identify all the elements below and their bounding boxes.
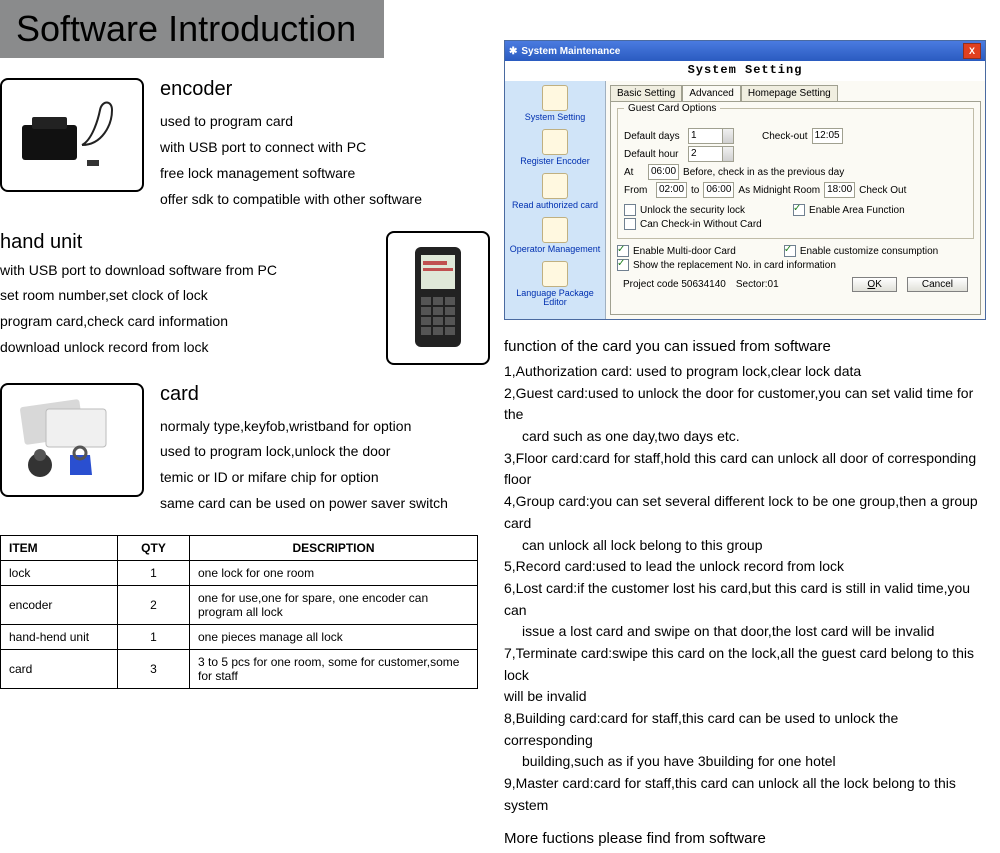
card-heading: card [160,383,448,406]
fn-line: 8,Building card:card for staff,this card… [504,708,984,751]
fn-line: can unlock all lock belong to this group [504,535,984,557]
project-code-label: Project code 50634140 [623,279,726,290]
cb-show-replacement[interactable] [617,259,629,271]
sidebar-item-read-card[interactable]: Read authorized card [507,173,603,211]
more-functions-heading: More fuctions please find from software [504,830,984,847]
cancel-button[interactable]: Cancel [907,277,968,292]
from-input[interactable]: 02:00 [656,182,687,198]
qty-table: ITEM QTY DESCRIPTION lock1one lock for o… [0,535,478,689]
cb-enable-area[interactable] [793,204,805,216]
card-line: used to program lock,unlock the door [160,439,448,465]
tab-homepage-setting[interactable]: Homepage Setting [741,85,838,101]
hand-unit-icon [403,243,473,353]
table-row: encoder2one for use,one for spare, one e… [1,586,478,625]
hand-unit-line: with USB port to download software from … [0,258,356,284]
card-line: temic or ID or mifare chip for option [160,465,448,491]
checkout-label: Check-out [762,131,808,142]
to-input[interactable]: 06:00 [703,182,734,198]
at-label: At [624,167,644,178]
sector-label: Sector:01 [736,279,779,290]
midnight-input[interactable]: 18:00 [824,182,855,198]
fieldset-guest-card: Guest Card Options [624,103,720,114]
cb-unlock-security[interactable] [624,204,636,216]
dialog-sidebar: System Setting Register Encoder Read aut… [505,81,606,319]
cb-customize-consumption[interactable] [784,245,796,257]
encoder-line: free lock management software [160,161,422,187]
to-label: to [691,185,699,196]
sidebar-item-operator-mgmt[interactable]: Operator Management [507,217,603,255]
checkout2-label: Check Out [859,185,906,196]
fn-line: will be invalid [504,686,984,708]
th-qty: QTY [118,536,190,561]
fn-line: 3,Floor card:card for staff,hold this ca… [504,448,984,491]
card-icon [12,395,132,485]
default-days-input[interactable]: 1 [688,128,734,144]
page-title: Software Introduction [0,0,384,58]
fn-line: 6,Lost card:if the customer lost his car… [504,578,984,621]
tab-advanced[interactable]: Advanced [682,85,740,101]
before-text: Before, check in as the previous day [683,167,844,178]
at-input[interactable]: 06:00 [648,164,679,180]
table-row: hand-hend unit1one pieces manage all loc… [1,625,478,650]
dialog-titlebar: ✱ System Maintenance X [505,41,985,61]
fn-line: 1,Authorization card: used to program lo… [504,361,984,383]
card-line: same card can be used on power saver swi… [160,491,448,517]
table-row: lock1one lock for one room [1,561,478,586]
hand-unit-line: download unlock record from lock [0,335,356,361]
encoder-line: used to program card [160,109,422,135]
system-setting-dialog: ✱ System Maintenance X System Setting Sy… [504,40,986,320]
functions-heading: function of the card you can issued from… [504,338,984,355]
tab-basic-setting[interactable]: Basic Setting [610,85,682,101]
th-item: ITEM [1,536,118,561]
fn-line: 4,Group card:you can set several differe… [504,491,984,534]
cb-checkin-without-card[interactable] [624,218,636,230]
encoder-line: offer sdk to compatible with other softw… [160,187,422,213]
th-desc: DESCRIPTION [190,536,478,561]
default-days-label: Default days [624,131,684,142]
fn-line: issue a lost card and swipe on that door… [504,621,984,643]
encoder-image [0,78,144,192]
default-hour-input[interactable]: 2 [688,146,734,162]
cb-multidoor[interactable] [617,245,629,257]
ok-button[interactable]: OK [852,277,896,292]
hand-unit-heading: hand unit [0,231,356,254]
default-hour-label: Default hour [624,149,684,160]
close-icon[interactable]: X [963,43,981,59]
card-image [0,383,144,497]
encoder-heading: encoder [160,78,422,101]
dialog-heading: System Setting [505,61,985,81]
sidebar-item-system-setting[interactable]: System Setting [507,85,603,123]
card-line: normaly type,keyfob,wristband for option [160,414,448,440]
midnight-label: As Midnight Room [738,185,820,196]
encoder-line: with USB port to connect with PC [160,135,422,161]
table-row: card33 to 5 pcs for one room, some for c… [1,650,478,689]
from-label: From [624,185,652,196]
fn-line: building,such as if you have 3building f… [504,751,984,773]
fn-line: 2,Guest card:used to unlock the door for… [504,383,984,426]
hand-unit-image [386,231,490,365]
hand-unit-line: program card,check card information [0,309,356,335]
fn-line: 5,Record card:used to lead the unlock re… [504,556,984,578]
dialog-title: System Maintenance [521,46,620,57]
encoder-icon [12,95,132,175]
hand-unit-line: set room number,set clock of lock [0,283,356,309]
fn-line: 7,Terminate card:swipe this card on the … [504,643,984,686]
fn-line: card such as one day,two days etc. [504,426,984,448]
gear-icon: ✱ [509,46,517,57]
sidebar-item-register-encoder[interactable]: Register Encoder [507,129,603,167]
sidebar-item-language-editor[interactable]: Language Package Editor [507,261,603,309]
checkout-input[interactable]: 12:05 [812,128,843,144]
